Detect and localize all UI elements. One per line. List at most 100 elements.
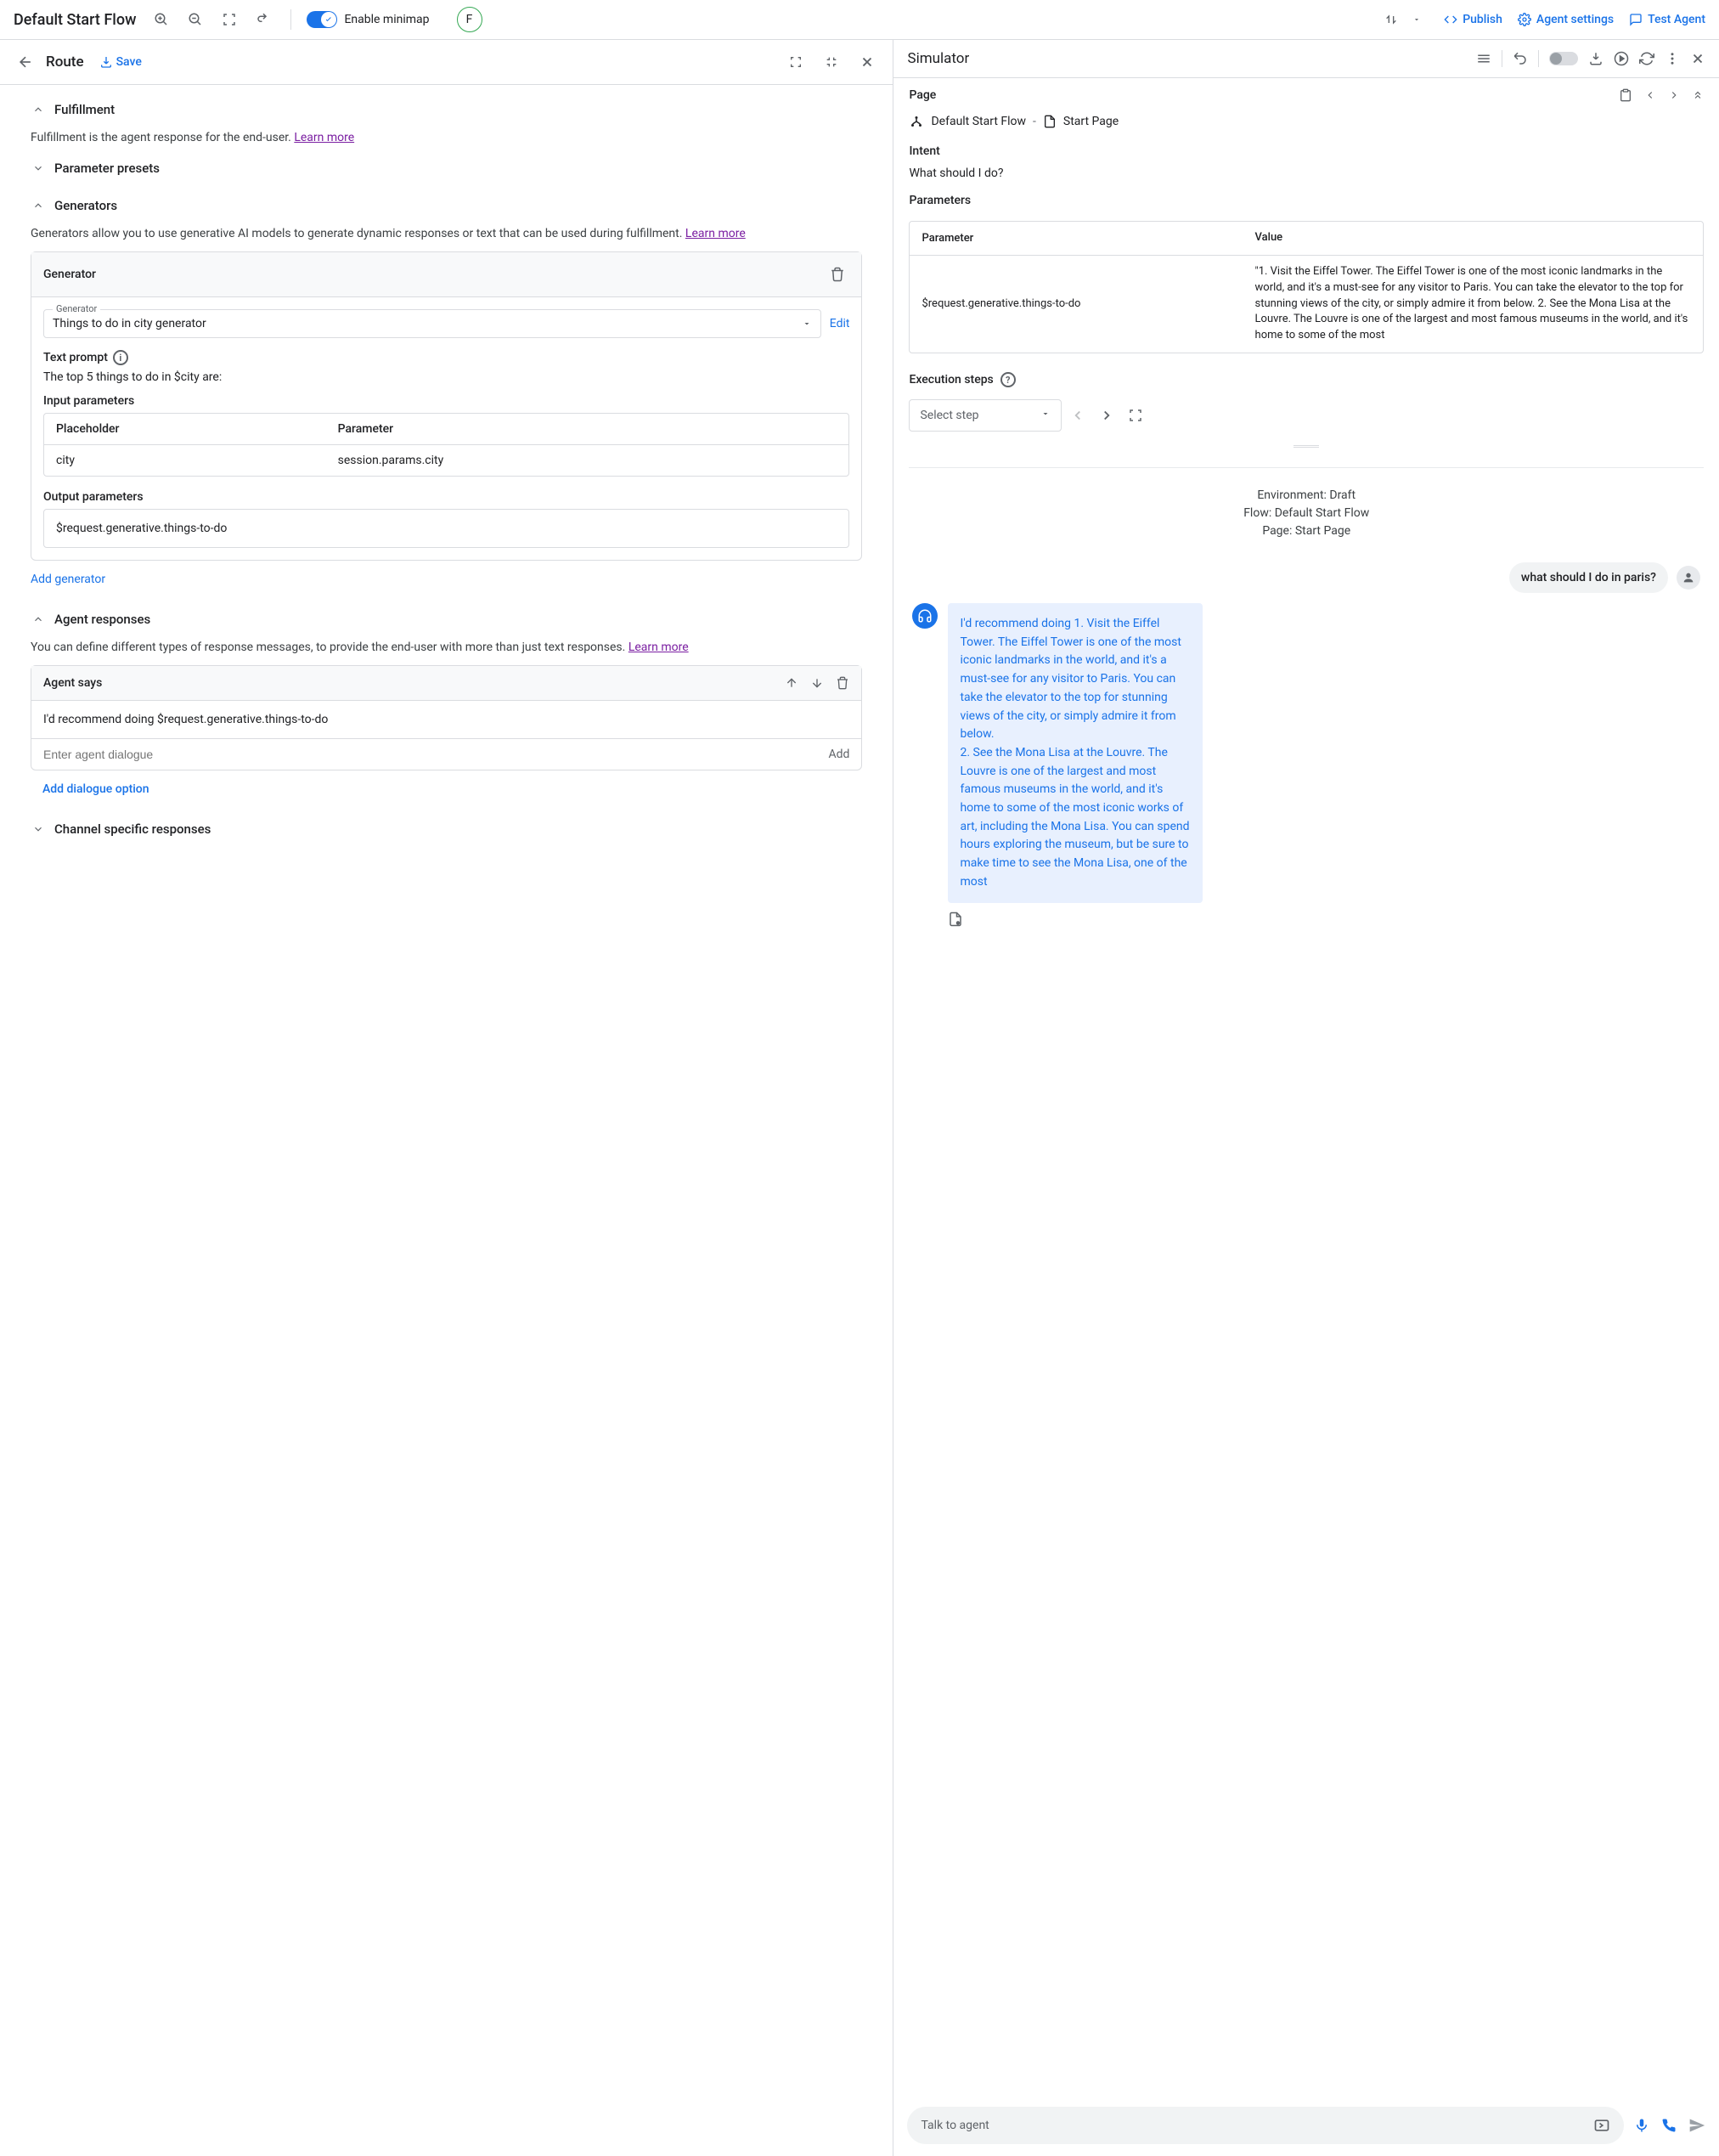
close-simulator-icon[interactable]	[1690, 51, 1705, 66]
save-button[interactable]: Save	[99, 55, 142, 69]
help-icon[interactable]: ?	[1000, 372, 1016, 387]
agent-responses-toggle[interactable]: Agent responses	[31, 607, 862, 632]
param-presets-title: Parameter presets	[54, 161, 160, 176]
diagnostic-file-icon[interactable]: i	[948, 912, 1700, 927]
row-parameter: session.params.city	[326, 445, 849, 476]
add-generator-button[interactable]: Add generator	[31, 573, 105, 586]
col-parameter: Parameter	[326, 414, 849, 444]
step-select-value: Select step	[920, 409, 978, 422]
sim-toggle[interactable]	[1549, 52, 1578, 65]
edit-generator-button[interactable]: Edit	[830, 317, 850, 330]
step-next-icon[interactable]	[1099, 408, 1114, 423]
param-value: "1. Visit the Eiffel Tower. The Eiffel T…	[1243, 256, 1703, 353]
input-submit-icon[interactable]	[1593, 2117, 1610, 2134]
bc-separator: -	[1033, 115, 1036, 128]
zoom-in-icon[interactable]	[149, 8, 173, 31]
sort-icon[interactable]	[1379, 8, 1403, 31]
move-up-icon[interactable]	[785, 676, 798, 690]
environment-info: Environment: Draft Flow: Default Start F…	[909, 487, 1704, 540]
play-icon[interactable]	[1614, 51, 1629, 66]
collapse-all-icon[interactable]	[1692, 89, 1704, 101]
bc-page[interactable]: Start Page	[1063, 115, 1119, 128]
phone-icon[interactable]	[1661, 2118, 1677, 2133]
table-row: city session.params.city	[44, 445, 848, 476]
minimap-label: Enable minimap	[344, 13, 429, 26]
user-icon	[1677, 566, 1700, 590]
bot-message: I'd recommend doing 1. Visit the Eiffel …	[948, 603, 1203, 903]
mic-icon[interactable]	[1634, 2118, 1649, 2133]
agent-responses-learn-more[interactable]: Learn more	[628, 641, 689, 654]
test-agent-button[interactable]: Test Agent	[1629, 13, 1705, 26]
add-inline-button[interactable]: Add	[829, 748, 850, 761]
talk-input[interactable]: Talk to agent	[907, 2107, 1624, 2144]
param-presets-toggle[interactable]: Parameter presets	[31, 155, 862, 181]
user-avatar[interactable]: F	[457, 7, 482, 32]
generators-desc: Generators allow you to use generative A…	[31, 225, 862, 243]
undo-icon[interactable]	[1513, 51, 1528, 66]
clipboard-icon[interactable]	[1619, 88, 1632, 102]
close-icon[interactable]	[855, 50, 879, 74]
refresh-icon[interactable]	[1639, 51, 1654, 66]
more-vert-icon[interactable]	[1665, 51, 1680, 66]
row-placeholder: city	[44, 445, 326, 476]
send-icon[interactable]	[1688, 2117, 1705, 2134]
generator-card-title: Generator	[43, 268, 96, 281]
page-icon	[1043, 115, 1057, 128]
collapse-icon[interactable]	[820, 50, 843, 74]
param-name: $request.generative.things-to-do	[910, 256, 1243, 353]
zoom-out-icon[interactable]	[183, 8, 207, 31]
agent-settings-button[interactable]: Agent settings	[1518, 13, 1614, 26]
col-placeholder: Placeholder	[44, 414, 326, 444]
text-prompt-value: The top 5 things to do in $city are:	[43, 370, 849, 384]
params-table: Parameter Value $request.generative.thin…	[909, 221, 1704, 353]
prev-icon[interactable]	[1644, 89, 1656, 101]
fulfillment-title: Fulfillment	[54, 102, 115, 117]
output-params-value[interactable]: $request.generative.things-to-do	[43, 509, 849, 548]
fulfillment-desc: Fulfillment is the agent response for th…	[31, 129, 862, 147]
dialogue-input[interactable]	[43, 748, 829, 761]
bc-flow[interactable]: Default Start Flow	[931, 115, 1026, 128]
step-prev-icon[interactable]	[1070, 408, 1085, 423]
chevron-up-icon	[31, 612, 46, 627]
sort-dropdown-icon[interactable]	[1405, 8, 1429, 31]
generators-title: Generators	[54, 198, 117, 213]
step-select[interactable]: Select step	[909, 399, 1062, 432]
talk-placeholder: Talk to agent	[921, 2119, 989, 2132]
param-col-value: Value	[1243, 222, 1703, 255]
drag-handle[interactable]	[1293, 445, 1319, 450]
generator-select[interactable]: Generator Things to do in city generator	[43, 309, 821, 338]
generators-learn-more[interactable]: Learn more	[685, 227, 746, 240]
publish-button[interactable]: Publish	[1444, 13, 1502, 26]
channel-specific-toggle[interactable]: Channel specific responses	[31, 816, 862, 842]
move-down-icon[interactable]	[810, 676, 824, 690]
expand-icon[interactable]	[784, 50, 808, 74]
bot-icon	[912, 603, 938, 629]
fulfillment-section-toggle[interactable]: Fulfillment	[31, 97, 862, 122]
next-icon[interactable]	[1668, 89, 1680, 101]
text-prompt-label: Text prompt	[43, 351, 108, 364]
fullscreen-icon[interactable]	[1128, 408, 1143, 423]
output-params-label: Output parameters	[43, 490, 849, 504]
simulator-title: Simulator	[907, 50, 969, 67]
flow-title: Default Start Flow	[14, 11, 136, 29]
fit-screen-icon[interactable]	[217, 8, 241, 31]
dialogue-row[interactable]: I'd recommend doing $request.generative.…	[31, 701, 861, 739]
caret-down-icon	[1040, 409, 1051, 422]
download-icon[interactable]	[1588, 51, 1603, 66]
params-label: Parameters	[909, 194, 1704, 207]
help-icon[interactable]: i	[113, 350, 128, 365]
user-message: what should I do in paris?	[1509, 562, 1668, 593]
minimap-toggle[interactable]	[307, 11, 337, 28]
delete-response-icon[interactable]	[836, 676, 849, 690]
fulfillment-learn-more[interactable]: Learn more	[294, 131, 354, 144]
caret-down-icon	[802, 319, 812, 329]
generators-toggle[interactable]: Generators	[31, 193, 862, 218]
delete-generator-icon[interactable]	[826, 262, 849, 286]
chevron-down-icon	[31, 821, 46, 837]
intent-label: Intent	[909, 144, 1704, 158]
add-dialogue-option-button[interactable]: Add dialogue option	[31, 770, 161, 808]
back-arrow-icon[interactable]	[14, 50, 37, 74]
menu-icon[interactable]	[1476, 51, 1491, 66]
channel-specific-title: Channel specific responses	[54, 821, 211, 837]
rotate-icon[interactable]	[251, 8, 275, 31]
